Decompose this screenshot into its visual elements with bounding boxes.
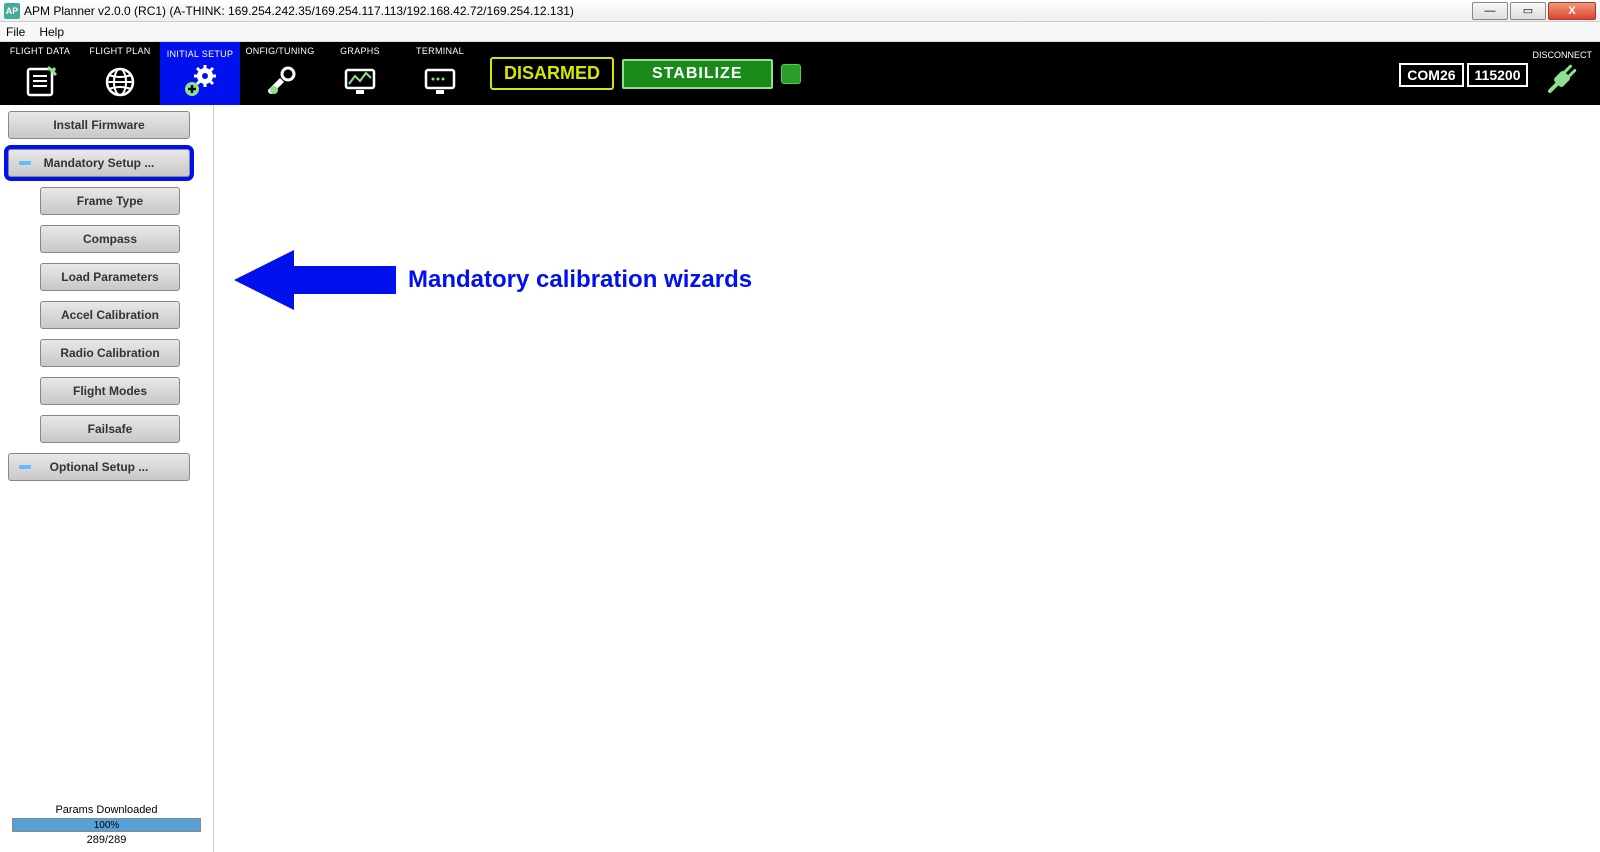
params-count: 289/289 — [6, 834, 207, 846]
tab-label: FLIGHT PLAN — [89, 46, 150, 56]
tab-flight-plan[interactable]: FLIGHT PLAN — [80, 42, 160, 105]
com-port[interactable]: COM26 — [1399, 63, 1463, 87]
connect-label: DISCONNECT — [1532, 50, 1592, 60]
wrench-gear-icon — [260, 56, 300, 105]
tab-label: FLIGHT DATA — [10, 46, 70, 56]
install-firmware-button[interactable]: Install Firmware — [8, 111, 190, 139]
connection-settings: COM26 115200 — [1397, 42, 1530, 105]
failsafe-button[interactable]: Failsafe — [40, 415, 180, 443]
tab-initial-setup[interactable]: INITIAL SETUP — [160, 42, 240, 105]
tab-terminal[interactable]: TERMINAL — [400, 42, 480, 105]
plug-icon — [1537, 61, 1587, 97]
connect-button-group[interactable]: DISCONNECT — [1530, 42, 1594, 105]
arrow-left-icon — [234, 244, 396, 316]
terminal-icon — [420, 56, 460, 105]
frame-type-button[interactable]: Frame Type — [40, 187, 180, 215]
armed-status: DISARMED — [490, 57, 614, 90]
monitor-graph-icon — [340, 56, 380, 105]
tab-graphs[interactable]: GRAPHS — [320, 42, 400, 105]
status-led-icon — [781, 64, 801, 84]
tab-label: ONFIG/TUNING — [245, 46, 314, 56]
tab-config-tuning[interactable]: ONFIG/TUNING — [240, 42, 320, 105]
annotation-text: Mandatory calibration wizards — [408, 266, 752, 294]
params-downloaded-label: Params Downloaded — [6, 804, 207, 816]
content-pane: Mandatory calibration wizards — [214, 105, 1600, 852]
optional-setup-button[interactable]: Optional Setup ... — [8, 453, 190, 481]
params-progress-bar: 100% — [12, 818, 201, 832]
setup-gear-icon — [180, 59, 220, 102]
flight-modes-button[interactable]: Flight Modes — [40, 377, 180, 405]
load-parameters-button[interactable]: Load Parameters — [40, 263, 180, 291]
window-title: APM Planner v2.0.0 (RC1) (A-THINK: 169.2… — [24, 4, 1472, 18]
menu-file[interactable]: File — [6, 25, 25, 39]
tab-flight-data[interactable]: FLIGHT DATA — [0, 42, 80, 105]
radio-calibration-button[interactable]: Radio Calibration — [40, 339, 180, 367]
tab-label: GRAPHS — [340, 46, 380, 56]
accel-calibration-button[interactable]: Accel Calibration — [40, 301, 180, 329]
close-button[interactable]: X — [1548, 2, 1596, 20]
maximize-button[interactable]: ▭ — [1510, 2, 1546, 20]
flight-data-icon — [22, 56, 58, 105]
globe-icon — [102, 56, 138, 105]
baud-rate[interactable]: 115200 — [1467, 63, 1529, 87]
compass-button[interactable]: Compass — [40, 225, 180, 253]
tab-label: TERMINAL — [416, 46, 464, 56]
window-titlebar: AP APM Planner v2.0.0 (RC1) (A-THINK: 16… — [0, 0, 1600, 22]
mandatory-setup-button[interactable]: Mandatory Setup ... — [8, 149, 190, 177]
flight-mode: STABILIZE — [622, 59, 772, 89]
annotation-callout: Mandatory calibration wizards — [234, 244, 752, 316]
minimize-button[interactable]: — — [1472, 2, 1508, 20]
app-icon: AP — [4, 3, 20, 19]
main-area: Install Firmware Mandatory Setup ... Fra… — [0, 105, 1600, 852]
tab-label: INITIAL SETUP — [167, 49, 234, 59]
sidebar: Install Firmware Mandatory Setup ... Fra… — [0, 105, 214, 852]
menu-help[interactable]: Help — [39, 25, 64, 39]
menubar: File Help — [0, 22, 1600, 42]
window-controls: — ▭ X — [1472, 2, 1596, 20]
status-group: DISARMED STABILIZE — [480, 42, 801, 105]
main-toolbar: FLIGHT DATA FLIGHT PLAN INITIAL SETUP ON… — [0, 42, 1600, 105]
